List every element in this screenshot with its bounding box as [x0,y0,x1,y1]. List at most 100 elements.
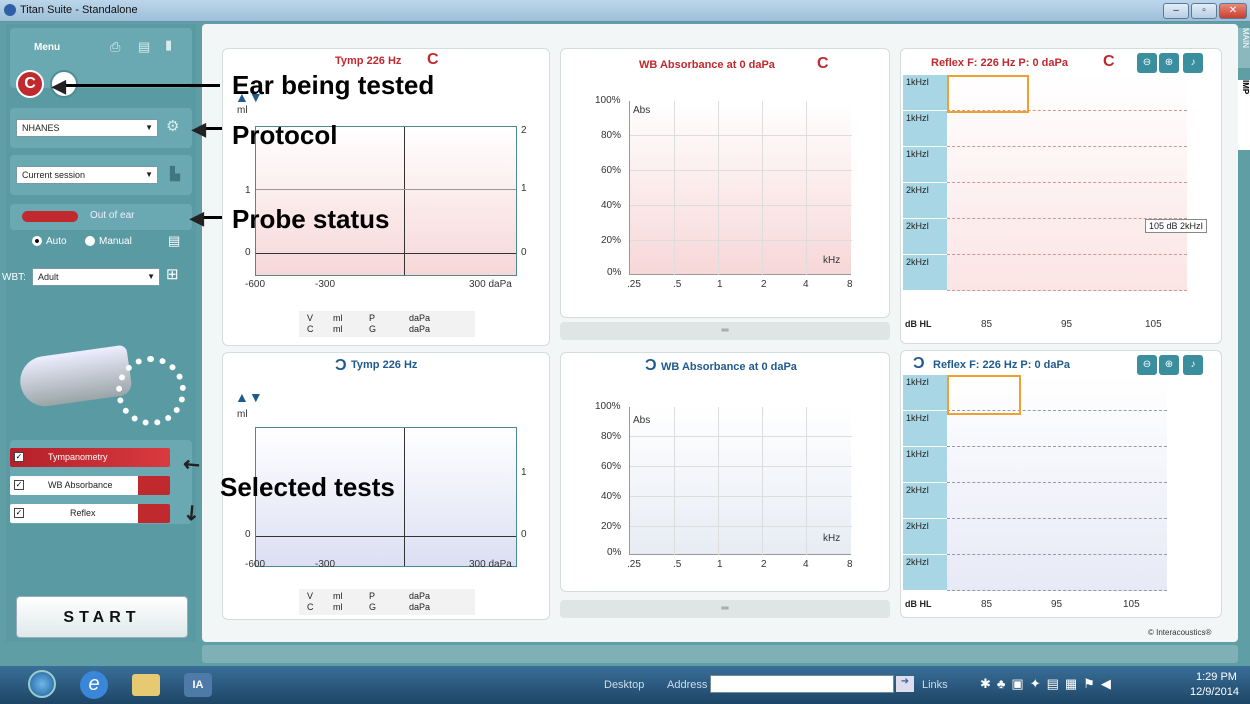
test-reflex[interactable]: ✓ Reflex [10,504,170,523]
wba-right-ytick: 0% [607,267,622,278]
clock-time: 1:29 PM [1196,671,1237,683]
speaker-icon[interactable]: ♪ [1183,355,1203,375]
browser-icon[interactable]: e [80,671,108,699]
result-label: P [369,591,376,601]
reflex-left-col: 85 [981,599,993,610]
tymp-left-ytick: 0 [521,529,527,540]
reflex-tooltip: 105 dB 2kHzI [1145,219,1208,233]
wba-right-xtick: .5 [673,279,682,290]
wba-left-expand-bar[interactable]: ═ [560,600,890,618]
desktop-label[interactable]: Desktop [604,679,644,691]
session-save-icon[interactable]: ▙ [170,167,180,180]
reflex-left-row-labels: 1kHzI 1kHzI 1kHzI 2kHzI 2kHzI 2kHzI [903,375,949,595]
tymp-right-results: V ml P daPa C ml G daPa [299,311,475,337]
left-ear-icon: Ɔ [913,355,925,372]
arrow-head-icon: ◀ [52,76,66,96]
reflex-left-title: Reflex F: 226 Hz P: 0 daPa [933,359,1070,371]
wbt-settings-icon[interactable]: ⊞ [166,267,179,282]
tray-icons[interactable]: ✱♣▣✦▤▦⚑◀ [980,676,1117,692]
protocol-select[interactable]: NHANES ▼ [16,119,158,137]
reflex-right-col: 85 [981,319,993,330]
protocol-settings-icon[interactable]: ⚙ [166,119,179,134]
zoom-in-icon[interactable]: ⊕ [1159,355,1179,375]
result-unit: ml [333,324,343,334]
tymp-left-xtick: 300 daPa [469,559,512,570]
left-ear-icon: Ɔ [335,357,347,374]
close-button[interactable]: ✕ [1219,3,1247,19]
tymp-right-xtick: -300 [315,279,336,290]
wba-left-ytick: 0% [607,547,622,558]
tymp-right-ylabel: ml [237,105,248,116]
address-input[interactable] [710,675,894,693]
go-icon[interactable]: ➜ [896,676,914,692]
exit-icon[interactable]: ▮ [165,38,172,51]
test-wb-absorbance[interactable]: ✓ WB Absorbance [10,476,170,495]
tymp-right-xtick: 300 daPa [469,279,512,290]
result-label: G [369,602,377,612]
wba-right-expand-bar[interactable]: ═ [560,322,890,340]
reflex-right-selected-cell[interactable] [947,75,1029,113]
wba-left-ytick: 60% [601,461,622,472]
wba-left-panel: Ɔ WB Absorbance at 0 daPa Abs kHz 100% 8… [560,352,890,592]
reflex-row-label: 1kHzI [903,375,947,411]
reflex-left-col: 105 [1123,599,1140,610]
wbt-select[interactable]: Adult ▼ [32,268,160,286]
wba-left-xtick: 8 [847,559,853,570]
right-ear-icon[interactable]: C [16,70,44,98]
wba-right-xtick: 2 [761,279,767,290]
taskbar: e IA Desktop Address ➜ Links ✱♣▣✦▤▦⚑◀ 1:… [0,666,1250,704]
wb-absorbance-checkbox[interactable]: ✓ [14,480,24,490]
manual-label: Manual [99,236,132,247]
tympanometry-checkbox[interactable]: ✓ [14,452,24,462]
tymp-left-title: Tymp 226 Hz [351,359,418,371]
tymp-right-ytick-left: 0 [245,247,251,258]
minimize-button[interactable]: – [1163,3,1189,19]
links-label[interactable]: Links [922,679,948,691]
reflex-right-col: 105 [1145,319,1162,330]
wba-right-ylabel: Abs [633,105,651,116]
wba-right-panel: WB Absorbance at 0 daPa C Abs kHz 100% 8… [560,48,890,318]
titan-app-icon[interactable]: IA [184,673,212,697]
reflex-right-panel: Reflex F: 226 Hz P: 0 daPa C ⊖ ⊕ ♪ 1kHzI… [900,48,1222,344]
reflex-row-label: 2kHzI [903,519,947,555]
auto-label: Auto [46,236,67,247]
manual-radio[interactable] [85,236,95,246]
notes-icon[interactable]: ▤ [168,234,180,247]
scale-arrows-icon[interactable]: ▲▼ [235,389,263,405]
reflex-row-label: 1kHzI [903,147,947,183]
wba-right-ytick: 80% [601,130,622,141]
probe-progress-icon [116,356,186,426]
print-icon[interactable]: ⎙ [110,40,120,53]
auto-radio[interactable] [32,236,42,246]
tymp-left-ylabel: ml [237,409,248,420]
reflex-right-footer-label: dB HL [905,319,932,329]
zoom-in-icon[interactable]: ⊕ [1159,53,1179,73]
session-select[interactable]: Current session ▼ [16,166,158,184]
probe-status-text: Out of ear [90,210,135,221]
title-bar: Titan Suite - Standalone – ▫ ✕ [0,0,1250,22]
start-orb-icon[interactable] [28,670,56,698]
wba-right-ytick: 20% [601,235,622,246]
result-unit: daPa [409,591,431,601]
speaker-icon[interactable]: ♪ [1183,53,1203,73]
tab-main[interactable]: MAIN [1238,28,1250,68]
tab-imp[interactable]: IMP [1238,80,1250,150]
zoom-out-icon[interactable]: ⊖ [1137,355,1157,375]
save-icon[interactable]: ▤ [138,40,150,53]
test-tympanometry[interactable]: ✓ Tympanometry [10,448,170,467]
wba-left-ytick: 40% [601,491,622,502]
reflex-left-selected-cell[interactable] [947,375,1021,415]
maximize-button[interactable]: ▫ [1191,3,1217,19]
reflex-checkbox[interactable]: ✓ [14,508,24,518]
probe-image [17,344,133,410]
menu-label[interactable]: Menu [34,42,60,53]
zoom-out-icon[interactable]: ⊖ [1137,53,1157,73]
wba-left-ytick: 100% [595,401,621,412]
folder-icon[interactable] [132,674,160,696]
wba-right-xtick: 8 [847,279,853,290]
wba-right-title: WB Absorbance at 0 daPa [639,59,775,71]
start-button[interactable]: START [16,596,188,638]
clock-date: 12/9/2014 [1190,686,1239,698]
tymp-right-ytick-left: 1 [245,185,251,196]
annotation-ear: Ear being tested [232,70,435,100]
